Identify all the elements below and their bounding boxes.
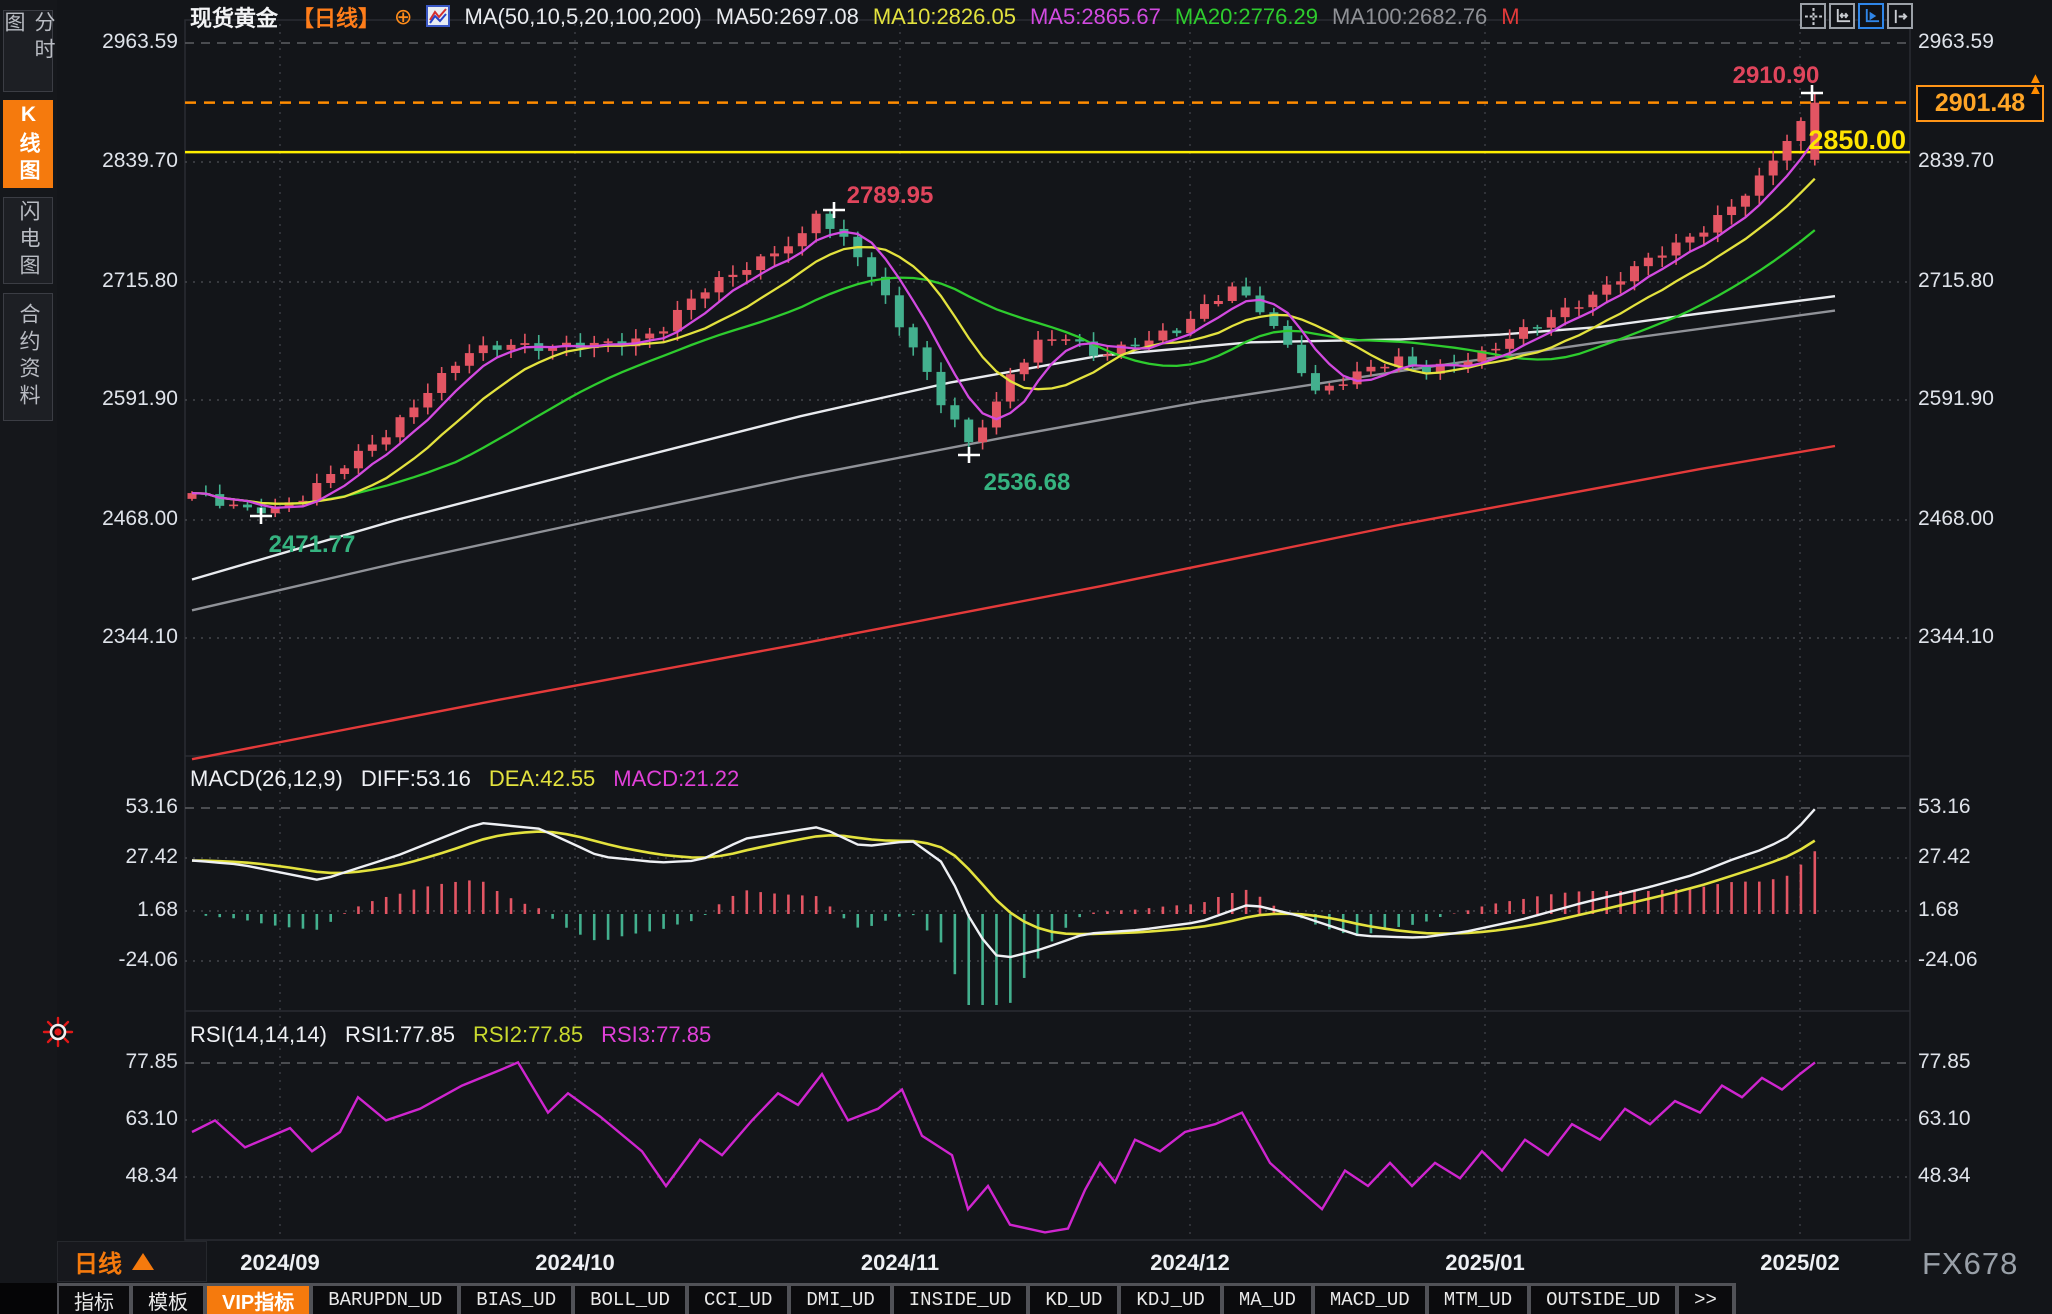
indicator-tab-BIAS_UD[interactable]: BIAS_UD — [461, 1286, 571, 1314]
sidebar: 分时图 K线图闪电图合约资料 — [0, 0, 57, 1283]
macd-diff-line — [192, 809, 1815, 957]
candlesticks — [188, 94, 1820, 517]
period-tag: 【日线】 — [292, 1, 380, 33]
indicator-tab-BOLL_UD[interactable]: BOLL_UD — [575, 1286, 685, 1314]
ma200-value-truncated: M — [1501, 4, 1519, 30]
axis-play-icon[interactable] — [1858, 3, 1884, 29]
sidebar-tab-合约资料[interactable]: 合约资料 — [3, 293, 53, 421]
indicator-tabbar: 指标模板VIP指标BARUPDN_UDBIAS_UDBOLL_UDCCI_UDD… — [57, 1283, 1736, 1314]
ma-params: MA(50,10,5,20,100,200) — [464, 4, 701, 30]
indicator-tab-KD_UD[interactable]: KD_UD — [1030, 1286, 1117, 1314]
price-extreme-annotation: 2536.68 — [984, 469, 1071, 496]
period-label: 日线 — [74, 1244, 122, 1279]
trading-app-window: 2910.90 2789.95 2536.68 2471.77 2850.00 分时图 K… — [0, 0, 2052, 1314]
indicator-tab-BARUPDN_UD[interactable]: BARUPDN_UD — [313, 1286, 457, 1314]
indicator-tab-OUTSIDE_UD[interactable]: OUTSIDE_UD — [1531, 1286, 1675, 1314]
ma10-line — [192, 179, 1815, 504]
chart-type-icon[interactable] — [426, 4, 450, 30]
yellow-level-label: 2850.00 — [1808, 125, 1906, 155]
indicator-tab-MA_UD[interactable]: MA_UD — [1224, 1286, 1311, 1314]
indicator-tab-VIP指标[interactable]: VIP指标 — [207, 1286, 309, 1314]
chart-toolbar — [1800, 3, 1913, 29]
price-extreme-annotation: 2789.95 — [847, 182, 934, 209]
indicator-tab-模板[interactable]: 模板 — [133, 1286, 203, 1314]
corner-filler — [0, 1283, 57, 1314]
target-icon[interactable]: ⊕ — [394, 4, 412, 30]
sidebar-tab-分时图[interactable]: 分时图 — [3, 10, 53, 92]
crosshair-tool-icon[interactable] — [1800, 3, 1826, 29]
panel-collapse-icon[interactable] — [1887, 3, 1913, 29]
ma100-value: MA100:2682.76 — [1332, 4, 1487, 30]
chart-header: 现货黄金【日线】 ⊕ MA(50,10,5,20,100,200) MA50:2697… — [190, 2, 1520, 32]
indicator-tab-指标[interactable]: 指标 — [59, 1286, 129, 1314]
indicator-tab-CCI_UD[interactable]: CCI_UD — [689, 1286, 787, 1314]
sidebar-tab-K线图[interactable]: K线图 — [3, 100, 53, 188]
symbol-name: 现货黄金 — [190, 1, 278, 33]
last-price-badge: 2901.48 — [1916, 85, 2044, 122]
indicator-tab-INSIDE_UD[interactable]: INSIDE_UD — [894, 1286, 1027, 1314]
price-extreme-annotation: 2910.90 — [1733, 62, 1820, 89]
sidebar-tab-闪电图[interactable]: 闪电图 — [3, 197, 53, 284]
ma100-line — [192, 311, 1835, 611]
axis-zoom-icon[interactable] — [1829, 3, 1855, 29]
watermark: FX678 — [1922, 1246, 2018, 1282]
indicator-tab->>[interactable]: >> — [1679, 1286, 1732, 1314]
macd-dea-line — [192, 832, 1815, 935]
indicator-tab-KDJ_UD[interactable]: KDJ_UD — [1121, 1286, 1219, 1314]
ma20-value: MA20:2776.29 — [1175, 4, 1318, 30]
ma-slow-lines — [192, 296, 1835, 759]
ma5-line — [192, 140, 1815, 508]
chart-surface[interactable]: 2910.90 2789.95 2536.68 2471.77 2850.00 — [0, 0, 2052, 1314]
price-extreme-annotation: 2471.77 — [269, 531, 356, 558]
price-up-arrows-icon: ▲▲ — [2028, 73, 2043, 95]
plot-border — [185, 20, 1910, 1240]
rsi-line — [192, 1062, 1815, 1232]
ma10-value: MA10:2826.05 — [873, 4, 1016, 30]
indicator-tab-MTM_UD[interactable]: MTM_UD — [1429, 1286, 1527, 1314]
live-indicator-icon — [42, 1016, 74, 1048]
indicator-tab-DMI_UD[interactable]: DMI_UD — [791, 1286, 889, 1314]
ma5-value: MA5:2865.67 — [1030, 4, 1161, 30]
triangle-up-icon — [132, 1253, 154, 1270]
ma50-value: MA50:2697.08 — [716, 4, 859, 30]
indicator-tab-MACD_UD[interactable]: MACD_UD — [1315, 1286, 1425, 1314]
ma20-line — [192, 230, 1815, 504]
period-selector-button[interactable]: 日线 — [57, 1241, 207, 1282]
